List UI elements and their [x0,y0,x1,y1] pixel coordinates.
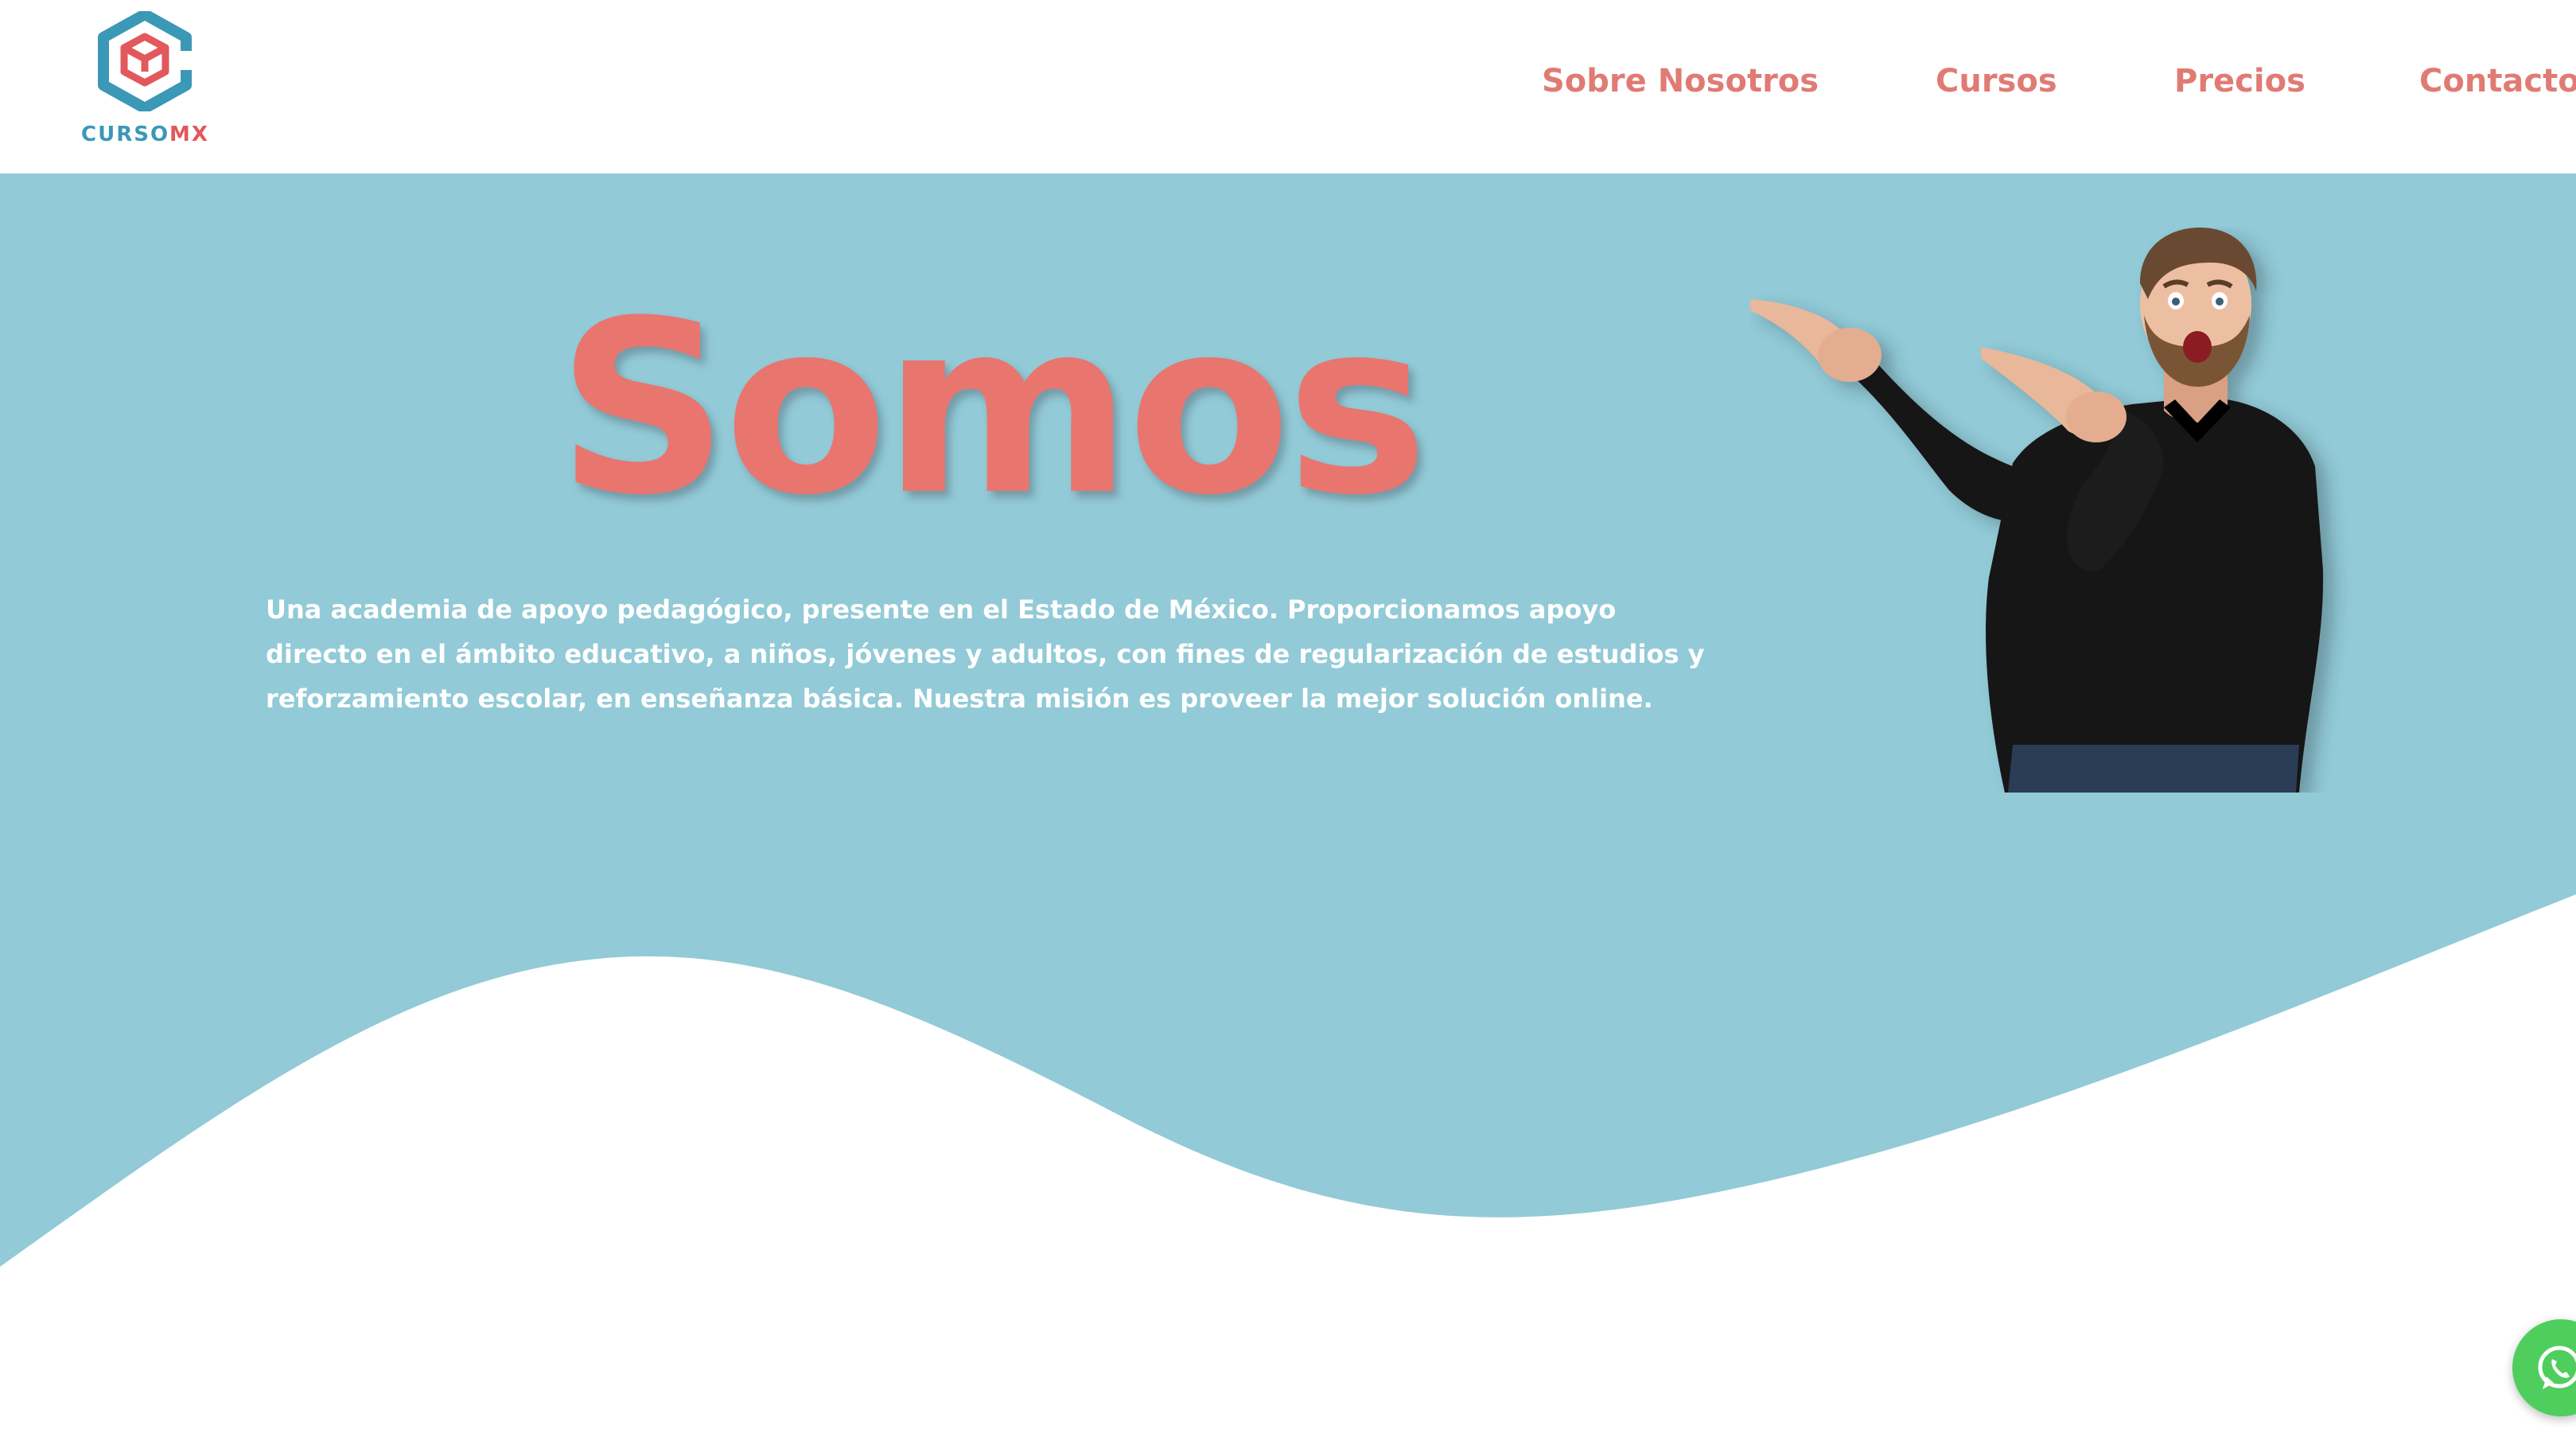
brand-name-part2: MX [169,123,209,146]
hexagon-cube-logo-icon [98,11,193,111]
nav-link-precios[interactable]: Precios [2174,56,2306,107]
nav-link-cursos[interactable]: Cursos [1936,56,2057,107]
man-pointing-illustration [1750,228,2324,793]
nav-link-sobre-nosotros[interactable]: Sobre Nosotros [1542,56,1819,107]
site-header: CURSOMX Sobre Nosotros Cursos Precios Co… [0,0,2576,173]
main-nav: Sobre Nosotros Cursos Precios Contacto [1542,56,2576,107]
hero-title: Somos [557,270,1428,547]
nav-link-contacto[interactable]: Contacto [2419,56,2576,107]
page: CURSOMX Sobre Nosotros Cursos Precios Co… [0,0,2576,1445]
hero-description: Una academia de apoyo pedagógico, presen… [266,594,1705,714]
whatsapp-icon [2538,1346,2576,1389]
brand-logo[interactable]: CURSOMX [81,11,208,148]
brand-name-part1: CURSO [81,123,170,146]
hero-section: Somos Una academia de apoyo pedagógico, … [0,173,2576,1445]
brand-name: CURSOMX [81,123,208,146]
